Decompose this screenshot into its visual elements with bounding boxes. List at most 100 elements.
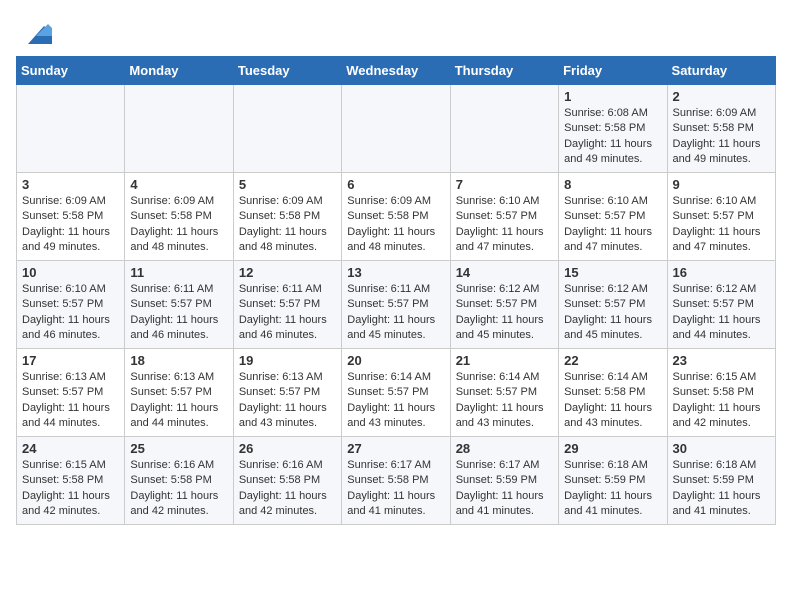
day-number: 30 bbox=[673, 441, 770, 456]
day-number: 23 bbox=[673, 353, 770, 368]
cell-content: Sunrise: 6:11 AM Sunset: 5:57 PM Dayligh… bbox=[347, 282, 444, 344]
calendar-cell: 20 Sunrise: 6:14 AM Sunset: 5:57 PM Dayli… bbox=[342, 349, 450, 437]
cell-content: Sunrise: 6:09 AM Sunset: 5:58 PM Dayligh… bbox=[130, 194, 227, 256]
cell-content: Sunrise: 6:17 AM Sunset: 5:59 PM Dayligh… bbox=[456, 458, 553, 520]
calendar-cell: 25 Sunrise: 6:16 AM Sunset: 5:58 PM Dayli… bbox=[125, 437, 233, 525]
calendar-cell: 3Sunrise: 6:09 AM Sunset: 5:58 PM Daylig… bbox=[17, 173, 125, 261]
cell-content: Sunrise: 6:10 AM Sunset: 5:57 PM Dayligh… bbox=[22, 282, 119, 344]
cell-content: Sunrise: 6:18 AM Sunset: 5:59 PM Dayligh… bbox=[564, 458, 661, 520]
day-number: 22 bbox=[564, 353, 661, 368]
day-number: 16 bbox=[673, 265, 770, 280]
day-number: 21 bbox=[456, 353, 553, 368]
calendar-cell: 15 Sunrise: 6:12 AM Sunset: 5:57 PM Dayli… bbox=[559, 261, 667, 349]
column-header-monday: Monday bbox=[125, 57, 233, 85]
day-number: 8 bbox=[564, 177, 661, 192]
day-number: 18 bbox=[130, 353, 227, 368]
cell-content: Sunrise: 6:09 AM Sunset: 5:58 PM Dayligh… bbox=[239, 194, 336, 256]
cell-content: Sunrise: 6:16 AM Sunset: 5:58 PM Dayligh… bbox=[130, 458, 227, 520]
cell-content: Sunrise: 6:08 AM Sunset: 5:58 PM Dayligh… bbox=[564, 106, 661, 168]
calendar-cell: 10 Sunrise: 6:10 AM Sunset: 5:57 PM Dayli… bbox=[17, 261, 125, 349]
day-number: 17 bbox=[22, 353, 119, 368]
column-header-friday: Friday bbox=[559, 57, 667, 85]
week-row: 17 Sunrise: 6:13 AM Sunset: 5:57 PM Dayli… bbox=[17, 349, 776, 437]
column-header-sunday: Sunday bbox=[17, 57, 125, 85]
logo-icon bbox=[20, 16, 52, 48]
day-number: 24 bbox=[22, 441, 119, 456]
calendar-cell bbox=[233, 85, 341, 173]
header bbox=[16, 16, 776, 48]
calendar-cell: 21 Sunrise: 6:14 AM Sunset: 5:57 PM Dayli… bbox=[450, 349, 558, 437]
calendar-cell: 22 Sunrise: 6:14 AM Sunset: 5:58 PM Dayli… bbox=[559, 349, 667, 437]
cell-content: Sunrise: 6:15 AM Sunset: 5:58 PM Dayligh… bbox=[673, 370, 770, 432]
cell-content: Sunrise: 6:16 AM Sunset: 5:58 PM Dayligh… bbox=[239, 458, 336, 520]
day-number: 12 bbox=[239, 265, 336, 280]
cell-content: Sunrise: 6:12 AM Sunset: 5:57 PM Dayligh… bbox=[456, 282, 553, 344]
calendar-cell bbox=[450, 85, 558, 173]
day-number: 27 bbox=[347, 441, 444, 456]
cell-content: Sunrise: 6:14 AM Sunset: 5:58 PM Dayligh… bbox=[564, 370, 661, 432]
calendar-cell: 5Sunrise: 6:09 AM Sunset: 5:58 PM Daylig… bbox=[233, 173, 341, 261]
calendar-cell: 4 Sunrise: 6:09 AM Sunset: 5:58 PM Daylig… bbox=[125, 173, 233, 261]
calendar-cell: 28 Sunrise: 6:17 AM Sunset: 5:59 PM Dayli… bbox=[450, 437, 558, 525]
calendar-cell: 9 Sunrise: 6:10 AM Sunset: 5:57 PM Daylig… bbox=[667, 173, 775, 261]
calendar-cell: 26 Sunrise: 6:16 AM Sunset: 5:58 PM Dayli… bbox=[233, 437, 341, 525]
day-number: 19 bbox=[239, 353, 336, 368]
cell-content: Sunrise: 6:13 AM Sunset: 5:57 PM Dayligh… bbox=[239, 370, 336, 432]
calendar-cell: 16 Sunrise: 6:12 AM Sunset: 5:57 PM Dayli… bbox=[667, 261, 775, 349]
cell-content: Sunrise: 6:13 AM Sunset: 5:57 PM Dayligh… bbox=[130, 370, 227, 432]
calendar-cell: 17 Sunrise: 6:13 AM Sunset: 5:57 PM Dayli… bbox=[17, 349, 125, 437]
calendar-cell: 13 Sunrise: 6:11 AM Sunset: 5:57 PM Dayli… bbox=[342, 261, 450, 349]
column-header-wednesday: Wednesday bbox=[342, 57, 450, 85]
logo bbox=[16, 16, 52, 48]
cell-content: Sunrise: 6:12 AM Sunset: 5:57 PM Dayligh… bbox=[564, 282, 661, 344]
cell-content: Sunrise: 6:10 AM Sunset: 5:57 PM Dayligh… bbox=[456, 194, 553, 256]
cell-content: Sunrise: 6:14 AM Sunset: 5:57 PM Dayligh… bbox=[347, 370, 444, 432]
calendar-cell bbox=[125, 85, 233, 173]
day-number: 9 bbox=[673, 177, 770, 192]
calendar-cell bbox=[342, 85, 450, 173]
calendar-cell: 14 Sunrise: 6:12 AM Sunset: 5:57 PM Dayli… bbox=[450, 261, 558, 349]
cell-content: Sunrise: 6:10 AM Sunset: 5:57 PM Dayligh… bbox=[564, 194, 661, 256]
week-row: 10 Sunrise: 6:10 AM Sunset: 5:57 PM Dayli… bbox=[17, 261, 776, 349]
calendar-cell: 27Sunrise: 6:17 AM Sunset: 5:58 PM Dayli… bbox=[342, 437, 450, 525]
calendar-cell: 18 Sunrise: 6:13 AM Sunset: 5:57 PM Dayli… bbox=[125, 349, 233, 437]
calendar-cell: 8 Sunrise: 6:10 AM Sunset: 5:57 PM Daylig… bbox=[559, 173, 667, 261]
cell-content: Sunrise: 6:11 AM Sunset: 5:57 PM Dayligh… bbox=[239, 282, 336, 344]
cell-content: Sunrise: 6:10 AM Sunset: 5:57 PM Dayligh… bbox=[673, 194, 770, 256]
day-number: 26 bbox=[239, 441, 336, 456]
column-header-thursday: Thursday bbox=[450, 57, 558, 85]
day-number: 7 bbox=[456, 177, 553, 192]
calendar-cell bbox=[17, 85, 125, 173]
day-number: 4 bbox=[130, 177, 227, 192]
cell-content: Sunrise: 6:15 AM Sunset: 5:58 PM Dayligh… bbox=[22, 458, 119, 520]
cell-content: Sunrise: 6:11 AM Sunset: 5:57 PM Dayligh… bbox=[130, 282, 227, 344]
day-headers: SundayMondayTuesdayWednesdayThursdayFrid… bbox=[17, 57, 776, 85]
cell-content: Sunrise: 6:09 AM Sunset: 5:58 PM Dayligh… bbox=[673, 106, 770, 168]
calendar-cell: 23 Sunrise: 6:15 AM Sunset: 5:58 PM Dayli… bbox=[667, 349, 775, 437]
calendar-cell: 1 Sunrise: 6:08 AM Sunset: 5:58 PM Daylig… bbox=[559, 85, 667, 173]
column-header-saturday: Saturday bbox=[667, 57, 775, 85]
calendar-cell: 24 Sunrise: 6:15 AM Sunset: 5:58 PM Dayli… bbox=[17, 437, 125, 525]
day-number: 11 bbox=[130, 265, 227, 280]
day-number: 14 bbox=[456, 265, 553, 280]
day-number: 10 bbox=[22, 265, 119, 280]
calendar-cell: 11 Sunrise: 6:11 AM Sunset: 5:57 PM Dayli… bbox=[125, 261, 233, 349]
cell-content: Sunrise: 6:09 AM Sunset: 5:58 PM Dayligh… bbox=[22, 194, 119, 256]
cell-content: Sunrise: 6:12 AM Sunset: 5:57 PM Dayligh… bbox=[673, 282, 770, 344]
cell-content: Sunrise: 6:13 AM Sunset: 5:57 PM Dayligh… bbox=[22, 370, 119, 432]
day-number: 20 bbox=[347, 353, 444, 368]
calendar: SundayMondayTuesdayWednesdayThursdayFrid… bbox=[16, 56, 776, 525]
week-row: 3Sunrise: 6:09 AM Sunset: 5:58 PM Daylig… bbox=[17, 173, 776, 261]
day-number: 6 bbox=[347, 177, 444, 192]
cell-content: Sunrise: 6:14 AM Sunset: 5:57 PM Dayligh… bbox=[456, 370, 553, 432]
day-number: 1 bbox=[564, 89, 661, 104]
cell-content: Sunrise: 6:09 AM Sunset: 5:58 PM Dayligh… bbox=[347, 194, 444, 256]
calendar-cell: 7 Sunrise: 6:10 AM Sunset: 5:57 PM Daylig… bbox=[450, 173, 558, 261]
calendar-cell: 6 Sunrise: 6:09 AM Sunset: 5:58 PM Daylig… bbox=[342, 173, 450, 261]
day-number: 28 bbox=[456, 441, 553, 456]
week-row: 24 Sunrise: 6:15 AM Sunset: 5:58 PM Dayli… bbox=[17, 437, 776, 525]
calendar-cell: 30Sunrise: 6:18 AM Sunset: 5:59 PM Dayli… bbox=[667, 437, 775, 525]
day-number: 25 bbox=[130, 441, 227, 456]
day-number: 13 bbox=[347, 265, 444, 280]
day-number: 15 bbox=[564, 265, 661, 280]
